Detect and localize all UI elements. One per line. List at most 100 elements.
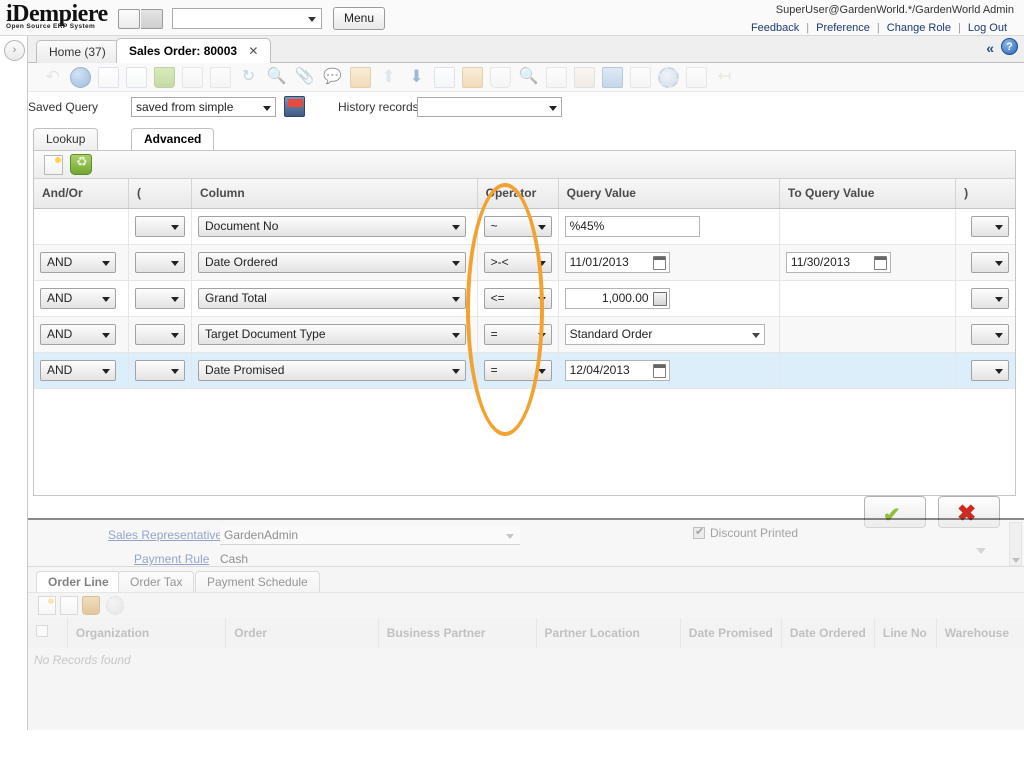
andor-select[interactable]: AND xyxy=(40,252,116,273)
query-value-date-input[interactable]: 11/01/2013 xyxy=(565,252,670,273)
delete-record-icon[interactable] xyxy=(82,596,100,615)
log-out-link[interactable]: Log Out xyxy=(961,22,1014,34)
save-icon[interactable] xyxy=(182,67,203,88)
close-paren-select[interactable] xyxy=(971,216,1009,237)
print-preview-icon[interactable]: 🔍 xyxy=(518,67,539,88)
refresh-icon[interactable]: ↻ xyxy=(238,67,259,88)
copy-record-icon[interactable] xyxy=(126,67,147,88)
new-record-icon[interactable] xyxy=(98,67,119,88)
query-value-text: 12/04/2013 xyxy=(570,363,630,377)
delete-row-icon[interactable] xyxy=(70,154,92,175)
window-tab-home[interactable]: Home (37) xyxy=(36,40,119,63)
table-row[interactable]: Document No ~ %45% xyxy=(34,208,1015,244)
new-row-icon[interactable] xyxy=(44,155,63,175)
operator-select[interactable]: >-< xyxy=(484,252,552,273)
open-paren-select[interactable] xyxy=(135,288,185,309)
tab-order-tax[interactable]: Order Tax xyxy=(118,571,194,592)
column-select[interactable]: Date Ordered xyxy=(198,252,466,273)
column-select[interactable]: Date Promised xyxy=(198,360,466,381)
to-query-value-date-input[interactable]: 11/30/2013 xyxy=(786,252,891,273)
table-row[interactable]: AND Date Ordered xyxy=(34,244,1015,280)
operator-select[interactable]: = xyxy=(484,360,552,381)
grid-toggle-icon[interactable] xyxy=(350,67,371,88)
help-icon[interactable]: ? xyxy=(1001,38,1018,55)
print-icon[interactable] xyxy=(490,67,511,88)
saved-query-select[interactable]: saved from simple xyxy=(131,97,276,117)
query-value-date-input[interactable]: 12/04/2013 xyxy=(565,360,670,381)
operator-select[interactable]: ~ xyxy=(484,216,552,237)
tab-advanced[interactable]: Advanced xyxy=(131,128,214,151)
rail-expand-icon[interactable]: › xyxy=(4,40,25,61)
change-role-link[interactable]: Change Role xyxy=(880,22,958,34)
column-select[interactable]: Document No xyxy=(198,216,466,237)
delete-record-icon[interactable] xyxy=(154,67,175,88)
open-paren-select[interactable] xyxy=(135,252,185,273)
query-value-input[interactable]: %45% xyxy=(565,216,700,237)
calendar-icon[interactable] xyxy=(653,364,666,378)
tab-order-line[interactable]: Order Line xyxy=(36,571,121,592)
open-paren-select[interactable] xyxy=(135,324,185,345)
column-select[interactable]: Grand Total xyxy=(198,288,466,309)
discount-printed-checkbox[interactable] xyxy=(693,527,705,539)
help-icon[interactable] xyxy=(70,67,91,88)
collapse-chevron-icon[interactable]: « xyxy=(986,40,994,56)
detail-record-icon[interactable]: ⬇ xyxy=(406,67,427,88)
zoom-across-icon[interactable] xyxy=(630,67,651,88)
feedback-link[interactable]: Feedback xyxy=(744,22,806,34)
table-row[interactable]: AND Grand Total xyxy=(34,280,1015,316)
table-row[interactable]: AND Date Promised xyxy=(34,352,1015,388)
calendar-icon[interactable] xyxy=(874,256,887,270)
close-paren-select[interactable] xyxy=(971,288,1009,309)
close-paren-select[interactable] xyxy=(971,324,1009,345)
new-record-icon[interactable] xyxy=(38,596,56,615)
scroll-down-icon[interactable] xyxy=(1012,558,1020,563)
chat-icon[interactable]: 💬 xyxy=(322,67,343,88)
calendar-icon[interactable] xyxy=(653,256,666,270)
operator-select[interactable]: = xyxy=(484,324,552,345)
open-paren-select[interactable] xyxy=(135,360,185,381)
open-paren-select[interactable] xyxy=(135,216,185,237)
new-window-icon[interactable] xyxy=(118,9,140,29)
andor-select[interactable]: AND xyxy=(40,288,116,309)
attachment-icon[interactable]: 📎 xyxy=(294,67,315,88)
archive-icon[interactable] xyxy=(462,67,483,88)
window-tab-sales-order[interactable]: Sales Order: 80003 ✕ xyxy=(116,38,271,63)
save-query-icon[interactable] xyxy=(284,96,305,117)
calculator-icon[interactable] xyxy=(653,292,667,306)
close-icon[interactable]: ✕ xyxy=(248,44,258,58)
history-records-select[interactable] xyxy=(417,97,562,117)
column-select[interactable]: Target Document Type xyxy=(198,324,466,345)
query-value-combo[interactable]: Standard Order xyxy=(565,324,765,345)
sales-representative-select[interactable]: GardenAdmin xyxy=(220,526,520,545)
close-paren-select[interactable] xyxy=(971,360,1009,381)
tab-payment-schedule[interactable]: Payment Schedule xyxy=(195,571,320,592)
find-icon[interactable]: 🔍 xyxy=(266,67,287,88)
open-window-icon[interactable] xyxy=(141,9,163,29)
preference-gear-icon[interactable] xyxy=(658,67,679,88)
select-all-checkbox[interactable] xyxy=(36,625,48,637)
undo-icon[interactable]: ↶ xyxy=(42,67,63,88)
close-paren-select[interactable] xyxy=(971,252,1009,273)
gear-icon[interactable] xyxy=(106,596,124,615)
table-row[interactable]: AND Target Document T xyxy=(34,316,1015,352)
window-select[interactable] xyxy=(172,8,322,29)
export-icon[interactable] xyxy=(546,67,567,88)
andor-select[interactable]: AND xyxy=(40,360,116,381)
tab-lookup-record[interactable]: Lookup Record xyxy=(33,128,98,151)
edit-record-icon[interactable] xyxy=(60,596,78,615)
form-vertical-scrollbar[interactable] xyxy=(1009,522,1022,566)
andor-select[interactable]: AND xyxy=(40,324,116,345)
product-info-icon[interactable] xyxy=(602,67,623,88)
duplicate-icon[interactable] xyxy=(210,67,231,88)
menu-button[interactable]: Menu xyxy=(333,7,385,30)
operator-select[interactable]: <= xyxy=(484,288,552,309)
preference-link[interactable]: Preference xyxy=(809,22,877,34)
select-all-header[interactable] xyxy=(28,618,67,648)
archive-document-icon[interactable] xyxy=(686,67,707,88)
request-icon[interactable] xyxy=(574,67,595,88)
cell-andor xyxy=(34,208,129,244)
parent-record-icon[interactable]: ⬆ xyxy=(378,67,399,88)
query-value-number-input[interactable]: 1,000.00 xyxy=(565,288,670,309)
exit-icon[interactable]: ↤ xyxy=(714,67,735,88)
report-icon[interactable] xyxy=(434,67,455,88)
